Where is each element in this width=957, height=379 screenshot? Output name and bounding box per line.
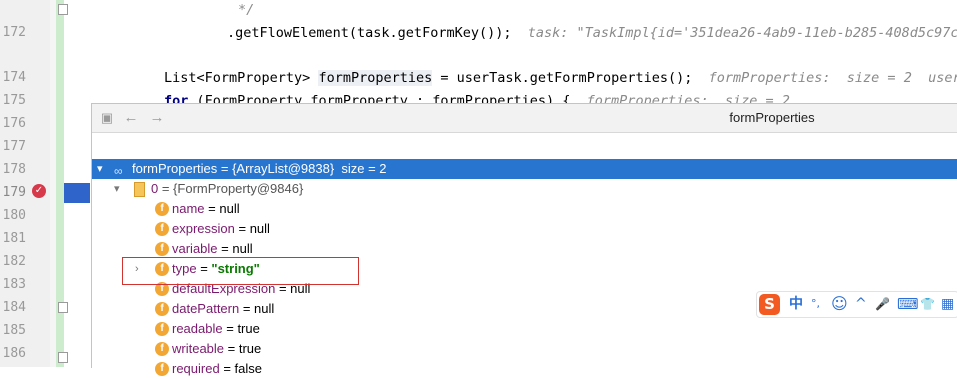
field-value: null <box>219 201 240 216</box>
ime-keyboard-icon[interactable]: ⌨ <box>897 295 919 313</box>
field-icon: f <box>155 222 169 236</box>
variable-name: formProperties <box>132 161 218 176</box>
variable-value: = {ArrayList@9838} size = 2 <box>217 161 387 176</box>
line-number: 176 <box>2 116 26 131</box>
field-equals: = <box>239 301 255 316</box>
field-row[interactable]: f name = null <box>92 199 957 219</box>
field-value: true <box>237 321 260 336</box>
ime-shirt-icon[interactable]: 👕 <box>920 295 935 313</box>
field-icon: f <box>155 362 169 376</box>
ime-chinese-mode-icon[interactable]: 中 <box>789 295 803 313</box>
field-equals: = <box>219 361 235 376</box>
collapse-arrow-icon[interactable]: ▾ <box>97 159 103 179</box>
line-number: 179 <box>2 185 26 200</box>
ime-skin-icon[interactable]: ^ <box>855 295 867 313</box>
line-number: 185 <box>2 323 26 338</box>
field-equals: = <box>224 341 239 356</box>
code-text: .getFlowElement(task.getFormKey()); <box>227 25 512 41</box>
popup-title: formProperties <box>729 110 815 125</box>
variables-popup: ▣ ← → formProperties ▾ ∞ formProperties … <box>91 103 957 376</box>
field-equals: = <box>222 321 238 336</box>
field-name: readable <box>172 321 223 336</box>
breakpoint-icon[interactable]: ✓ <box>32 184 46 198</box>
ime-voice-icon[interactable]: 🎤 <box>875 295 890 313</box>
line-number: 182 <box>2 254 26 269</box>
field-name: variable <box>172 241 218 256</box>
fold-marker-icon[interactable] <box>58 302 68 313</box>
field-icon: f <box>155 242 169 256</box>
field-equals: = <box>204 201 220 216</box>
field-equals: = <box>234 221 250 236</box>
ime-emoji-icon[interactable]: ☺ <box>831 295 848 313</box>
field-value: false <box>234 361 262 376</box>
field-name: writeable <box>172 341 225 356</box>
field-row[interactable]: f variable = null <box>92 239 957 259</box>
field-icon: f <box>155 302 169 316</box>
tree-row-root[interactable]: ▾ ∞ formProperties = {ArrayList@9838} si… <box>92 159 957 179</box>
line-number: 183 <box>2 277 26 292</box>
field-equals: = <box>217 241 233 256</box>
line-number: 175 <box>2 93 26 108</box>
line-number: 174 <box>2 70 26 85</box>
line-number: 178 <box>2 162 26 177</box>
line-number: 181 <box>2 231 26 246</box>
line-number: 180 <box>2 208 26 223</box>
field-row[interactable]: f readable = true <box>92 319 957 339</box>
field-row[interactable]: f required = false <box>92 359 957 379</box>
code-comment: */ <box>238 2 255 18</box>
forward-arrow-icon[interactable]: → <box>148 109 166 127</box>
variable-value: = {FormProperty@9846} <box>158 181 304 196</box>
field-icon: f <box>155 202 169 216</box>
ime-grid-icon[interactable]: ▦ <box>941 295 954 313</box>
field-name: name <box>172 201 205 216</box>
field-name: expression <box>172 221 235 236</box>
ime-logo-icon[interactable]: S <box>759 294 780 315</box>
collapse-arrow-icon[interactable]: ▾ <box>114 179 120 199</box>
object-icon <box>134 182 145 197</box>
execution-line-highlight <box>64 183 90 203</box>
field-value: null <box>254 301 275 316</box>
code-text: = userTask.getFormProperties(); <box>440 70 693 86</box>
highlight-annotation-box <box>122 257 359 285</box>
field-row[interactable]: f expression = null <box>92 219 957 239</box>
ime-punctuation-icon[interactable]: °, <box>811 295 820 313</box>
field-value: null <box>249 221 270 236</box>
fold-marker-icon[interactable] <box>58 4 68 15</box>
field-value: true <box>238 341 262 356</box>
code-type: List<FormProperty> <box>164 70 311 86</box>
field-icon: f <box>155 322 169 336</box>
code-line-174[interactable]: List<FormProperty> formProperties = user… <box>164 68 957 88</box>
field-icon: f <box>155 342 169 356</box>
pin-icon[interactable]: ▣ <box>98 109 116 127</box>
line-number: 177 <box>2 139 26 154</box>
code-variable: formProperties <box>318 70 433 86</box>
inline-debug-hint: task: "TaskImpl{id='351dea26-4ab9-11eb-b… <box>527 25 957 41</box>
back-arrow-icon[interactable]: ← <box>122 109 140 127</box>
field-name: datePattern <box>172 301 240 316</box>
line-number-gutter: 172 174 175 176 177 178 179 180 181 182 … <box>0 0 50 367</box>
line-number: 186 <box>2 346 26 361</box>
inline-debug-hint: formProperties: size = 2 userT <box>708 70 957 86</box>
code-line-172[interactable]: .getFlowElement(task.getFormKey()); task… <box>227 23 957 43</box>
line-number: 172 <box>2 25 26 40</box>
line-number: 184 <box>2 300 26 315</box>
field-name: required <box>172 361 220 376</box>
field-value: null <box>232 241 253 256</box>
popup-header: ▣ ← → formProperties <box>92 104 957 133</box>
field-row[interactable]: f writeable = true <box>92 339 957 359</box>
fold-marker-icon[interactable] <box>58 352 68 363</box>
tree-row-item[interactable]: ▾ 0 = {FormProperty@9846} <box>92 179 957 199</box>
ime-toolbar: S 中 °, ☺ ^ 🎤 ⌨ 👕 ▦ <box>756 291 957 318</box>
list-icon: ∞ <box>114 164 123 178</box>
